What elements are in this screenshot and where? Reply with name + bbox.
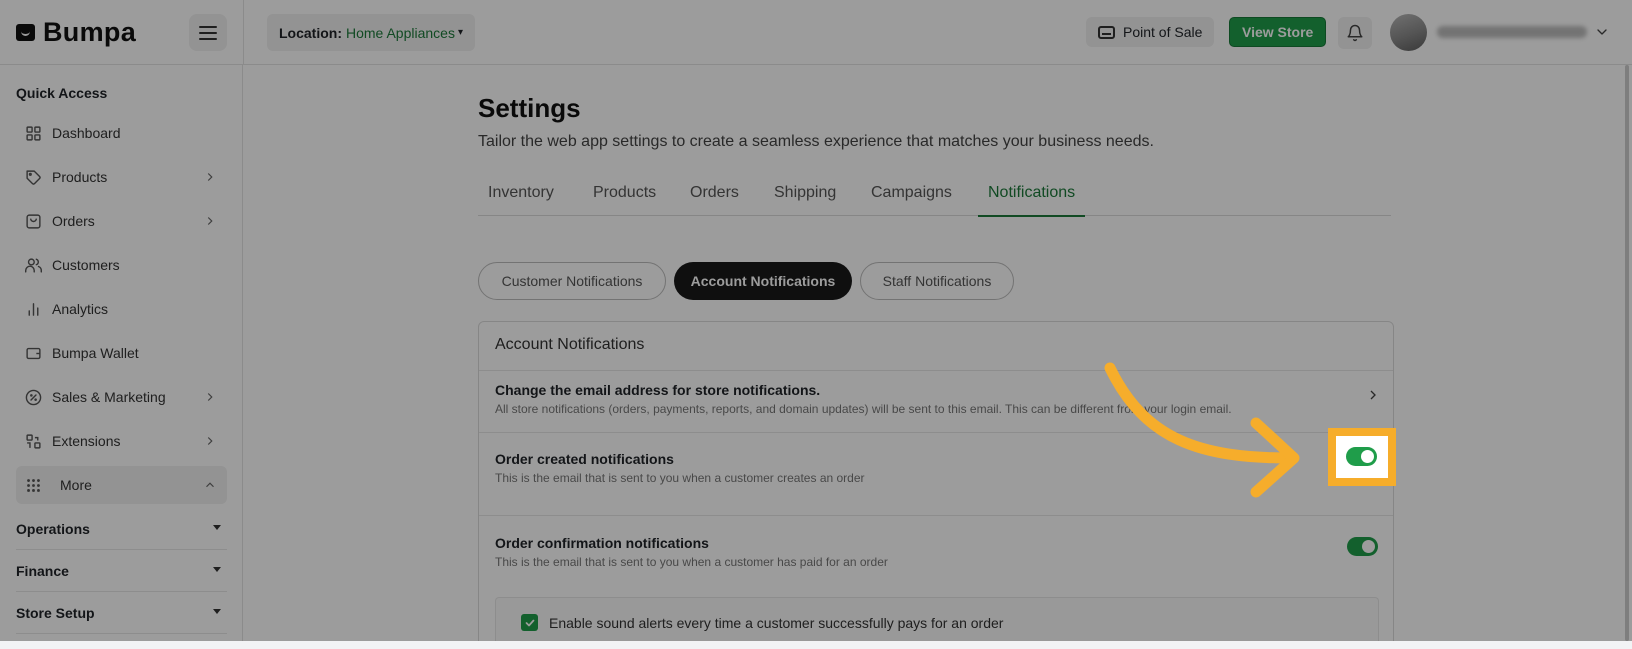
hamburger-menu-button[interactable]: [189, 14, 227, 51]
caret-down-icon: [213, 567, 221, 572]
sidebar-section-store-setup[interactable]: Store Setup: [16, 592, 227, 634]
sidebar: Quick Access Dashboard Products Orders C…: [0, 65, 243, 641]
users-icon: [24, 256, 42, 274]
tab-products[interactable]: Products: [583, 170, 666, 216]
chevron-down-icon[interactable]: [1594, 24, 1610, 40]
dots-grid-icon: [24, 476, 42, 494]
card-title: Account Notifications: [495, 336, 645, 353]
page-scrollbar[interactable]: [1625, 65, 1629, 641]
email-row-description: All store notifications (orders, payment…: [495, 402, 1232, 416]
location-label: Location:: [279, 24, 342, 41]
sidebar-item-dashboard[interactable]: Dashboard: [16, 114, 227, 152]
order-created-description: This is the email that is sent to you wh…: [495, 471, 865, 485]
point-of-sale-button[interactable]: Point of Sale: [1086, 17, 1215, 47]
order-created-toggle-highlighted[interactable]: [1346, 447, 1377, 466]
quick-access-title: Quick Access: [16, 85, 108, 101]
subtab-customer-notifications[interactable]: Customer Notifications: [478, 262, 666, 300]
header-divider: [243, 0, 244, 65]
puzzle-icon: [24, 432, 42, 450]
grid-icon: [24, 124, 42, 142]
chevron-right-icon[interactable]: [1365, 387, 1381, 403]
top-header: Bumpa Location: Home Appliances ▾ Point …: [0, 0, 1632, 65]
toggle-knob: [1361, 450, 1374, 463]
bar-chart-icon: [24, 300, 42, 318]
subtab-account-notifications[interactable]: Account Notifications: [674, 262, 852, 300]
pos-terminal-icon: [1098, 25, 1115, 39]
sidebar-item-label: Extensions: [52, 433, 121, 449]
sidebar-section-operations[interactable]: Operations: [16, 508, 227, 550]
sidebar-item-bumpa-wallet[interactable]: Bumpa Wallet: [16, 334, 227, 372]
tab-orders[interactable]: Orders: [680, 170, 749, 216]
tag-icon: [24, 168, 42, 186]
order-created-title: Order created notifications: [495, 451, 674, 467]
location-value: Home Appliances: [346, 24, 455, 41]
bumpa-logo[interactable]: Bumpa: [16, 17, 136, 48]
sidebar-item-label: Orders: [52, 213, 95, 229]
caret-down-icon: [213, 609, 221, 614]
divider: [479, 432, 1393, 433]
checkmark-icon: [525, 619, 534, 626]
sidebar-item-label: Analytics: [52, 301, 109, 317]
sidebar-more-toggle[interactable]: More: [16, 466, 227, 504]
app-window: Bumpa Location: Home Appliances ▾ Point …: [0, 0, 1632, 641]
divider: [479, 515, 1393, 516]
sound-alerts-checkbox[interactable]: [521, 614, 538, 631]
hamburger-icon: [199, 25, 217, 28]
settings-tabs: Inventory Products Orders Shipping Campa…: [478, 170, 1391, 217]
chevron-right-icon: [207, 393, 213, 401]
sidebar-item-sales-marketing[interactable]: Sales & Marketing: [16, 378, 227, 416]
account-notifications-card: Account Notifications Change the email a…: [478, 321, 1394, 641]
page-subtitle: Tailor the web app settings to create a …: [478, 133, 1154, 150]
sidebar-item-label: Customers: [52, 257, 120, 273]
divider: [479, 370, 1393, 371]
wallet-icon: [24, 344, 42, 362]
percent-icon: [24, 388, 42, 406]
chevron-up-icon: [206, 482, 214, 488]
point-of-sale-label: Point of Sale: [1123, 24, 1203, 40]
notifications-bell-button[interactable]: [1338, 17, 1372, 49]
caret-down-icon: ▾: [457, 27, 463, 38]
chevron-right-icon: [207, 437, 213, 445]
user-avatar[interactable]: [1390, 14, 1427, 51]
bell-icon: [1347, 24, 1363, 42]
page-title: Settings: [478, 93, 581, 123]
subtab-staff-notifications[interactable]: Staff Notifications: [860, 262, 1014, 300]
sidebar-item-products[interactable]: Products: [16, 158, 227, 196]
bumpa-bag-icon: [16, 24, 35, 41]
user-name-blurred[interactable]: [1437, 26, 1587, 38]
section-label: Store Setup: [16, 604, 95, 621]
sidebar-item-extensions[interactable]: Extensions: [16, 422, 227, 460]
sidebar-item-label: Sales & Marketing: [52, 389, 166, 405]
sound-alerts-label: Enable sound alerts every time a custome…: [549, 615, 1004, 631]
chevron-right-icon: [207, 217, 213, 225]
sidebar-item-customers[interactable]: Customers: [16, 246, 227, 284]
location-selector[interactable]: Location: Home Appliances ▾: [267, 14, 475, 51]
toggle-knob: [1362, 540, 1375, 553]
sidebar-item-label: Dashboard: [52, 125, 121, 141]
section-label: Finance: [16, 562, 69, 579]
sidebar-item-label: Products: [52, 169, 108, 185]
email-row-title[interactable]: Change the email address for store notif…: [495, 382, 820, 398]
caret-down-icon: [213, 525, 221, 530]
tab-campaigns[interactable]: Campaigns: [861, 170, 962, 216]
order-confirmation-toggle[interactable]: [1347, 537, 1378, 556]
sidebar-item-label: Bumpa Wallet: [52, 345, 139, 361]
order-confirmation-title: Order confirmation notifications: [495, 535, 709, 551]
more-label: More: [60, 477, 92, 493]
tab-notifications[interactable]: Notifications: [978, 170, 1086, 217]
brand-name: Bumpa: [43, 17, 137, 47]
order-confirmation-description: This is the email that is sent to you wh…: [495, 555, 888, 569]
view-store-button[interactable]: View Store: [1229, 17, 1327, 47]
tab-shipping[interactable]: Shipping: [764, 170, 846, 216]
chevron-right-icon: [207, 173, 213, 181]
bottom-strip: [0, 641, 1632, 649]
sidebar-item-orders[interactable]: Orders: [16, 202, 227, 240]
sidebar-section-finance[interactable]: Finance: [16, 550, 227, 592]
section-label: Operations: [16, 520, 90, 537]
tab-inventory[interactable]: Inventory: [478, 170, 564, 216]
main-content: Settings Tailor the web app settings to …: [244, 65, 1632, 641]
sidebar-item-analytics[interactable]: Analytics: [16, 290, 227, 328]
bag-icon: [24, 212, 42, 230]
highlighted-order-created-toggle[interactable]: [1328, 428, 1396, 486]
